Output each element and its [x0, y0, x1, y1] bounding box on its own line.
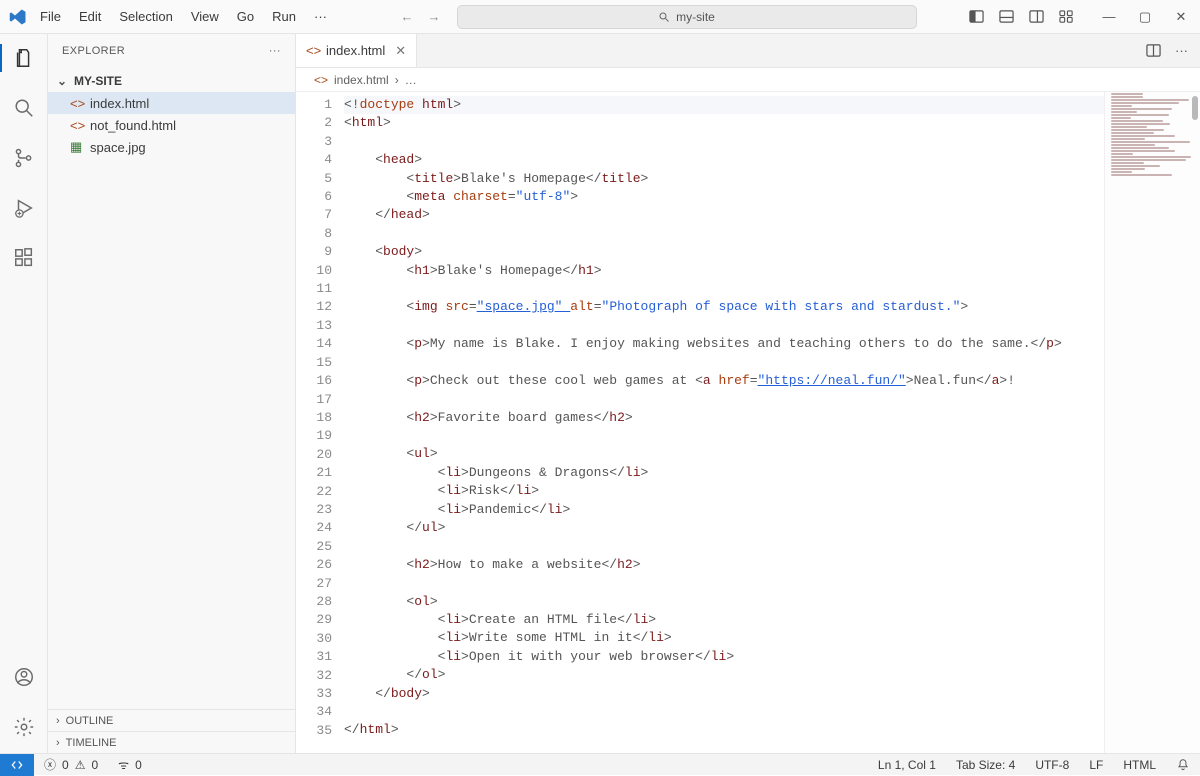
explorer-title: EXPLORER: [62, 45, 125, 57]
minimap-scroll-icon[interactable]: [1192, 96, 1198, 120]
menu-go[interactable]: Go: [229, 5, 262, 28]
window-close-icon[interactable]: ✕: [1172, 9, 1190, 25]
status-encoding[interactable]: UTF-8: [1025, 758, 1079, 772]
command-center-search[interactable]: my-site: [457, 5, 917, 29]
status-bar: ⓧ0 ⚠0 ᯤ0 Ln 1, Col 1 Tab Size: 4 UTF-8 L…: [0, 753, 1200, 775]
outline-panel[interactable]: › OUTLINE: [48, 709, 295, 731]
tab-bar: <> index.html ✕ ···: [296, 34, 1200, 68]
layout-primary-icon[interactable]: [968, 9, 984, 25]
search-text: my-site: [676, 10, 715, 24]
window-minimize-icon[interactable]: —: [1100, 9, 1118, 25]
activity-settings-icon[interactable]: [0, 711, 48, 743]
code-editor[interactable]: <!doctype html><html> <head> <title>Blak…: [344, 92, 1104, 753]
file-name: space.jpg: [90, 140, 146, 155]
status-notifications-icon[interactable]: [1166, 758, 1200, 772]
menu-file[interactable]: File: [32, 5, 69, 28]
chevron-right-icon: ›: [56, 737, 60, 749]
activity-bar: [0, 34, 48, 753]
menu-overflow-icon[interactable]: ···: [306, 5, 335, 28]
html-file-icon: <>: [70, 118, 84, 133]
error-icon: ⓧ: [44, 756, 56, 773]
chevron-down-icon: ⌄: [56, 74, 68, 88]
breadcrumb[interactable]: <> index.html › …: [296, 68, 1200, 92]
activity-extensions-icon[interactable]: [0, 242, 48, 274]
window-maximize-icon[interactable]: ▢: [1136, 9, 1154, 25]
activity-accounts-icon[interactable]: [0, 661, 48, 693]
html-file-icon: <>: [70, 96, 84, 111]
vscode-logo-icon: [6, 5, 30, 29]
html-file-icon: <>: [306, 43, 320, 58]
radio-tower-icon: ᯤ: [118, 756, 129, 773]
status-cursor-position[interactable]: Ln 1, Col 1: [868, 758, 946, 772]
titlebar: File Edit Selection View Go Run ··· ← → …: [0, 0, 1200, 34]
html-file-icon: <>: [314, 73, 328, 87]
file-tree: ⌄ MY-SITE <> index.html <> not_found.html ▦ s…: [48, 68, 295, 709]
nav-back-icon[interactable]: ←: [401, 9, 414, 24]
breadcrumb-more: …: [405, 73, 417, 87]
activity-source-control-icon[interactable]: [0, 142, 48, 174]
activity-explorer-icon[interactable]: [0, 42, 48, 74]
status-language[interactable]: HTML: [1113, 758, 1166, 772]
editor-group: <> index.html ✕ ··· <> index.html › … 12…: [296, 34, 1200, 753]
file-row[interactable]: <> index.html: [48, 92, 295, 114]
menu-view[interactable]: View: [183, 5, 227, 28]
search-icon: [658, 11, 670, 23]
image-file-icon: ▦: [70, 139, 84, 155]
menu-selection[interactable]: Selection: [111, 5, 180, 28]
file-name: index.html: [90, 96, 149, 111]
chevron-right-icon: ›: [395, 73, 399, 87]
file-row[interactable]: <> not_found.html: [48, 114, 295, 136]
status-eol[interactable]: LF: [1079, 758, 1113, 772]
status-indentation[interactable]: Tab Size: 4: [946, 758, 1025, 772]
tab-label: index.html: [326, 43, 385, 58]
tab-index-html[interactable]: <> index.html ✕: [296, 34, 417, 67]
line-number-gutter: 1234567891011121314151617181920212223242…: [296, 92, 344, 753]
activity-search-icon[interactable]: [0, 92, 48, 124]
file-row[interactable]: ▦ space.jpg: [48, 136, 295, 158]
timeline-panel[interactable]: › TIMELINE: [48, 731, 295, 753]
nav-forward-icon[interactable]: →: [428, 9, 441, 24]
menu-edit[interactable]: Edit: [71, 5, 109, 28]
split-editor-icon[interactable]: [1146, 43, 1161, 58]
remote-indicator-icon[interactable]: [0, 754, 34, 776]
status-ports[interactable]: ᯤ0: [108, 756, 152, 773]
folder-name: MY-SITE: [74, 74, 122, 88]
layout-customize-icon[interactable]: [1058, 9, 1074, 25]
warning-icon: ⚠: [75, 758, 86, 772]
file-name: not_found.html: [90, 118, 176, 133]
close-icon[interactable]: ✕: [395, 43, 406, 59]
layout-panel-icon[interactable]: [998, 9, 1014, 25]
editor-more-icon[interactable]: ···: [1175, 43, 1188, 58]
layout-secondary-icon[interactable]: [1028, 9, 1044, 25]
breadcrumb-file: index.html: [334, 73, 389, 87]
menu-run[interactable]: Run: [264, 5, 304, 28]
status-problems[interactable]: ⓧ0 ⚠0: [34, 756, 108, 773]
folder-root[interactable]: ⌄ MY-SITE: [48, 70, 295, 92]
minimap[interactable]: [1104, 92, 1200, 753]
activity-run-debug-icon[interactable]: [0, 192, 48, 224]
explorer-sidebar: EXPLORER ··· ⌄ MY-SITE <> index.html <> not…: [48, 34, 296, 753]
chevron-right-icon: ›: [56, 715, 60, 727]
explorer-more-icon[interactable]: ···: [269, 45, 281, 57]
